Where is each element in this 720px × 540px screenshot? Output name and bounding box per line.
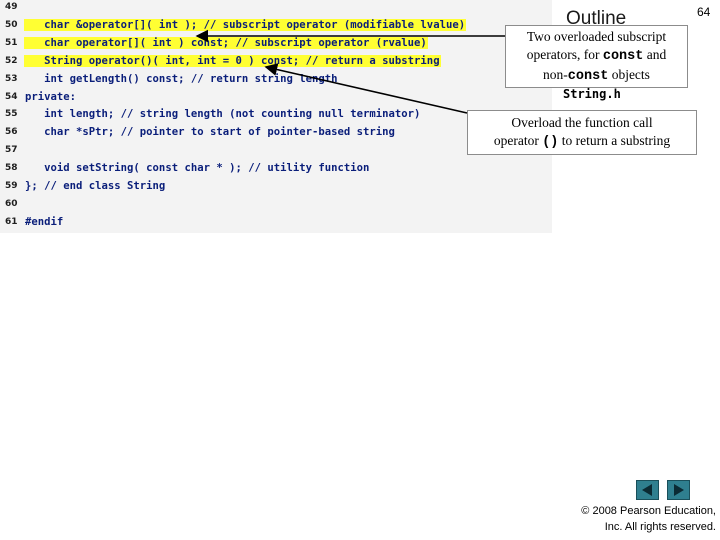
previous-slide-button[interactable]: [636, 480, 659, 500]
triangle-left-icon: [642, 484, 652, 496]
copyright-notice: © 2008 Pearson Education, Inc. All right…: [560, 503, 716, 535]
arrow-to-function-call-operator: [264, 63, 468, 114]
copyright-line: © 2008 Pearson Education,: [581, 505, 716, 517]
copyright-line: Inc. All rights reserved.: [604, 521, 716, 533]
triangle-right-icon: [674, 484, 684, 496]
callout-arrows: [195, 29, 505, 114]
next-slide-button[interactable]: [667, 480, 690, 500]
